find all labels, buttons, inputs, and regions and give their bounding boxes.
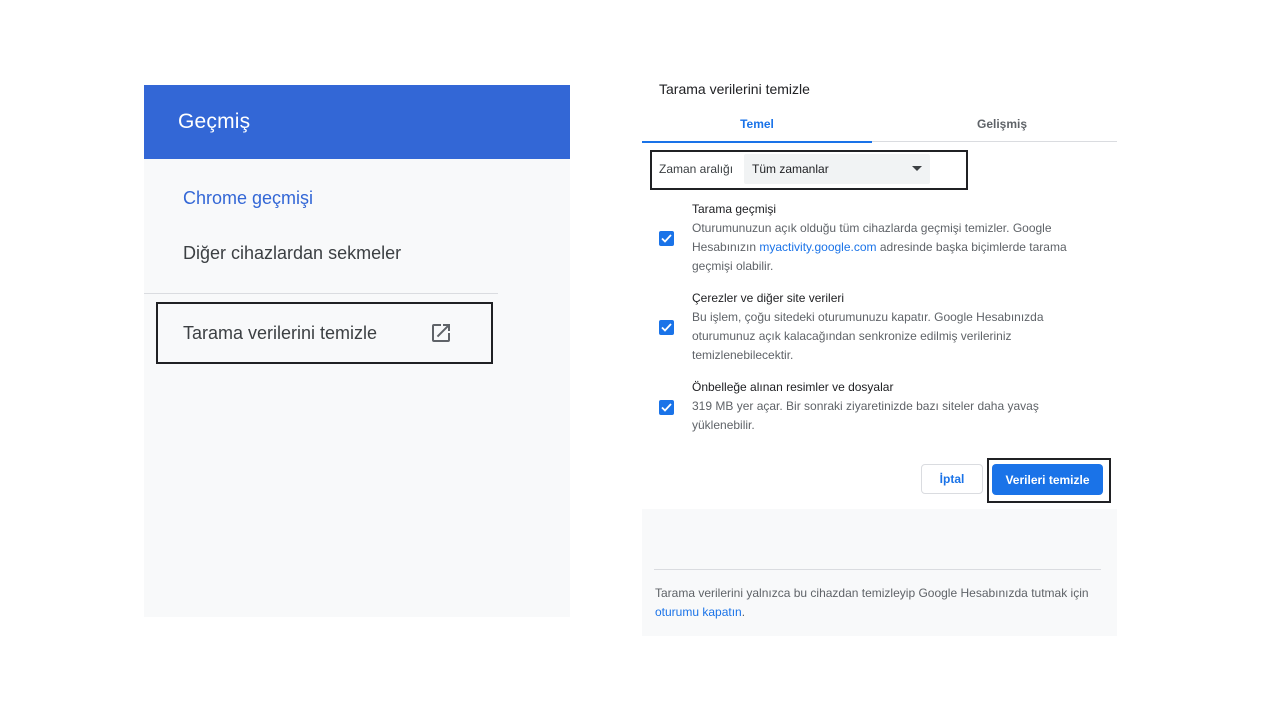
cookies-desc: Bu işlem, çoğu sitedeki oturumunuzu kapa… xyxy=(692,310,1044,362)
browsing-history-title: Tarama geçmişi xyxy=(692,202,777,216)
sidebar-divider xyxy=(144,293,498,294)
browsing-history-desc: Oturumunuzun açık olduğu tüm cihazlarda … xyxy=(692,219,1087,276)
time-range-select[interactable]: Tüm zamanlar xyxy=(744,154,930,184)
dialog-footer: Tarama verilerini yalnızca bu cihazdan t… xyxy=(642,509,1117,636)
history-title: Geçmiş xyxy=(178,110,251,133)
footer-text: Tarama verilerini yalnızca bu cihazdan t… xyxy=(655,584,1105,622)
browsing-history-checkbox[interactable] xyxy=(659,231,674,246)
sign-out-link[interactable]: oturumu kapatın xyxy=(655,605,742,619)
dialog-tabs: Temel Gelişmiş xyxy=(642,106,1117,143)
checkmark-icon xyxy=(661,234,672,243)
sidebar-item-chrome-history[interactable]: Chrome geçmişi xyxy=(183,188,313,209)
cookies-checkbox[interactable] xyxy=(659,320,674,335)
time-range-label: Zaman aralığı xyxy=(659,162,734,176)
myactivity-link[interactable]: myactivity.google.com xyxy=(759,240,876,254)
clear-data-button-highlight: Verileri temizle xyxy=(987,458,1111,503)
clear-browsing-data-dialog: Tarama verilerini temizle Temel Gelişmiş… xyxy=(642,66,1117,636)
cache-checkbox[interactable] xyxy=(659,400,674,415)
dropdown-arrow-icon xyxy=(912,166,922,171)
cancel-button[interactable]: İptal xyxy=(921,464,983,494)
cookies-title: Çerezler ve diğer site verileri xyxy=(692,291,845,305)
clear-browsing-data-label: Tarama verilerini temizle xyxy=(183,322,378,343)
tab-basic[interactable]: Temel xyxy=(642,106,872,143)
footer-divider xyxy=(654,569,1101,570)
clear-data-button[interactable]: Verileri temizle xyxy=(992,464,1103,495)
checkmark-icon xyxy=(661,323,672,332)
time-range-value: Tüm zamanlar xyxy=(752,162,829,176)
external-link-icon xyxy=(432,324,450,342)
cache-desc: 319 MB yer açar. Bir sonraki ziyaretiniz… xyxy=(692,399,1039,432)
history-header: Geçmiş xyxy=(144,85,570,159)
footer-text-body: Tarama verilerini yalnızca bu cihazdan t… xyxy=(655,586,1089,600)
dialog-title: Tarama verilerini temizle xyxy=(659,81,810,97)
tab-advanced[interactable]: Gelişmiş xyxy=(887,106,1117,142)
time-range-row: Zaman aralığı Tüm zamanlar xyxy=(650,150,968,190)
cache-title: Önbelleğe alınan resimler ve dosyalar xyxy=(692,380,894,394)
sidebar-item-other-devices[interactable]: Diğer cihazlardan sekmeler xyxy=(183,243,401,264)
footer-text-end: . xyxy=(741,605,746,619)
history-panel: Geçmiş Chrome geçmişi Diğer cihazlardan … xyxy=(144,85,570,617)
checkmark-icon xyxy=(661,403,672,412)
clear-browsing-data-link[interactable]: Tarama verilerini temizle xyxy=(156,302,493,364)
